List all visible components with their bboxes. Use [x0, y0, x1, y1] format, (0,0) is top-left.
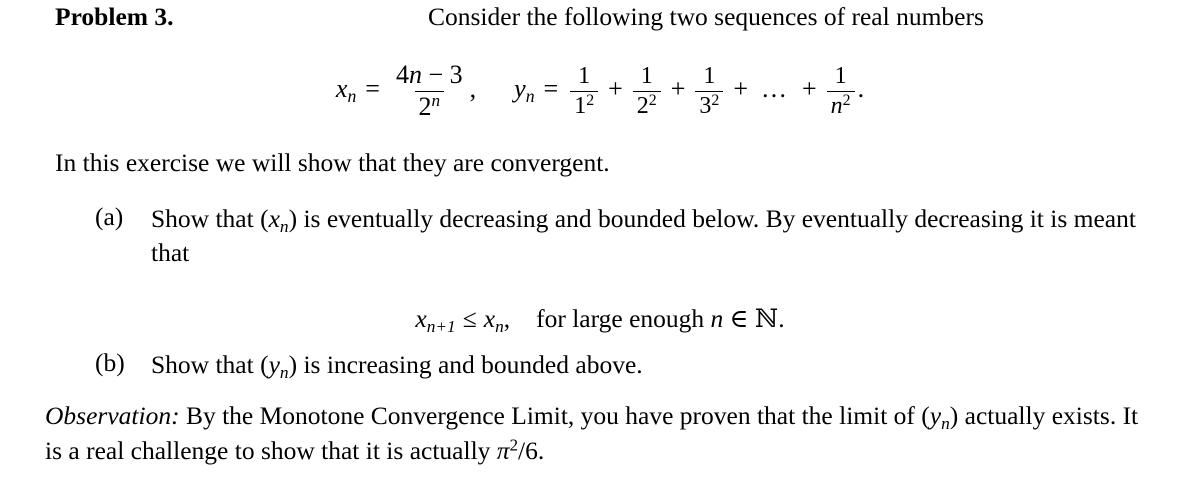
item-b-variable: y: [268, 350, 280, 379]
item-b-variable-subscript: n: [279, 362, 289, 382]
y-term-n-numerator: 1: [834, 63, 847, 90]
list-item-a-marker: (a): [95, 202, 124, 231]
y-term-1-den-exponent: 2: [586, 91, 595, 109]
inequality-lhs-variable: x: [415, 304, 427, 333]
y-term-1-numerator: 1: [578, 63, 591, 90]
centered-inequality: xn+1 ≤ xn, for large enough n ∈ ℕ.: [0, 304, 1200, 336]
item-b-text-after: ) is increasing and bounded above.: [288, 350, 643, 379]
item-a-variable: x: [268, 204, 280, 233]
y-term-n-den-exponent: 2: [842, 91, 851, 109]
y-equals-sign: =: [543, 73, 559, 103]
y-variable: y: [514, 73, 526, 103]
x-subscript: n: [347, 85, 357, 106]
y-subscript: n: [525, 85, 535, 106]
item-a-text-before: Show that (: [151, 204, 269, 233]
observation-label: Observation:: [45, 401, 180, 430]
observation-final-period: .: [537, 436, 545, 465]
y-sequence-definition: yn = 1 12 + 1 22 + 1 32 +… + 1 n2 .: [514, 64, 864, 118]
observation-paragraph: Observation: By the Monotone Convergence…: [45, 398, 1150, 468]
item-a-variable-subscript: n: [279, 216, 289, 236]
y-term-1-den-base: 1: [574, 92, 587, 119]
plus-sign-3: +: [733, 73, 748, 103]
x-denominator: 2n: [414, 90, 445, 121]
x-variable: x: [335, 73, 348, 103]
x-num-minus: −: [428, 60, 444, 89]
inequality-rhs-subscript: n: [495, 316, 504, 336]
inequality-membership-symbol: ∈: [723, 304, 755, 333]
ellipsis: …: [760, 73, 789, 103]
plus-sign-4: +: [801, 73, 817, 103]
equation-period: .: [857, 73, 865, 103]
list-item-a: (a) Show that (xn) is eventually decreas…: [95, 202, 1145, 270]
plus-sign-2: +: [670, 73, 686, 103]
y-term-2-denominator: 22: [632, 90, 661, 119]
y-term-3-numerator: 1: [703, 63, 716, 90]
x-equals-sign: =: [365, 73, 380, 103]
y-term-n-fraction: 1 n2: [826, 63, 855, 119]
x-trailing-comma: ,: [469, 73, 477, 103]
display-equation: xn = 4n − 3 2n , yn = 1 12 + 1 22 + 1 32…: [0, 60, 1200, 142]
x-num-coefficient: 4: [395, 60, 409, 89]
y-term-2-fraction: 1 22: [632, 63, 661, 119]
observation-variable-subscript: n: [941, 413, 950, 433]
y-term-3-den-base: 3: [699, 92, 712, 119]
y-term-1-fraction: 1 12: [570, 63, 599, 119]
problem-header: Problem 3. Consider the following two se…: [55, 2, 1145, 36]
inequality-condition-text: for large enough: [536, 304, 711, 333]
x-den-base: 2: [418, 91, 432, 121]
y-term-n-den-base: n: [830, 92, 843, 119]
inequality-rhs-variable: x: [483, 304, 496, 333]
y-term-2-den-base: 2: [636, 92, 649, 119]
y-term-1-denominator: 12: [570, 90, 599, 119]
list-item-b: (b) Show that (yn) is increasing and bou…: [95, 348, 1145, 382]
pi-exponent: 2: [509, 435, 518, 455]
y-term-3-denominator: 32: [695, 90, 724, 119]
inequality-period: .: [778, 304, 785, 333]
convergent-sentence: In this exercise we will show that they …: [55, 148, 610, 177]
inequality-comma: ,: [503, 304, 511, 333]
inequality-lhs-subscript: n+1: [426, 316, 456, 336]
observation-variable: y: [929, 401, 942, 430]
x-numerator: 4n − 3: [392, 60, 467, 91]
problem-label: Problem 3.: [55, 2, 174, 31]
x-num-constant: 3: [449, 60, 463, 89]
x-num-variable: n: [408, 60, 422, 89]
observation-text-part-1: By the Monotone Convergence Limit, you h…: [179, 401, 930, 430]
item-b-text-before: Show that (: [151, 350, 269, 379]
y-term-3-fraction: 1 32: [695, 63, 724, 119]
x-fraction: 4n − 3 2n: [392, 60, 467, 121]
list-item-a-text: Show that (xn) is eventually decreasing …: [151, 202, 1145, 270]
x-sequence-definition: xn = 4n − 3 2n ,: [335, 60, 477, 121]
divided-by-six: /6: [517, 436, 538, 465]
y-term-n-denominator: n2: [826, 90, 855, 119]
list-item-b-marker: (b): [95, 348, 125, 377]
y-term-2-numerator: 1: [640, 63, 653, 90]
inequality-relation: ≤: [462, 304, 477, 333]
natural-numbers-symbol: ℕ: [754, 304, 779, 334]
inequality-condition-variable: n: [710, 304, 724, 333]
y-term-3-den-exponent: 2: [711, 91, 720, 109]
document-page: Problem 3. Consider the following two se…: [0, 0, 1200, 503]
pi-symbol: π: [496, 436, 510, 465]
x-den-exponent: n: [431, 90, 441, 110]
y-term-2-den-exponent: 2: [648, 91, 657, 109]
item-a-text-after: ) is eventually decreasing and bounded b…: [151, 204, 1136, 267]
list-item-b-text: Show that (yn) is increasing and bounded…: [151, 348, 1145, 382]
plus-sign-1: +: [608, 73, 623, 103]
equation-row: xn = 4n − 3 2n , yn = 1 12 + 1 22 + 1 32…: [335, 60, 864, 121]
intro-sentence: Consider the following two sequences of …: [428, 2, 984, 31]
